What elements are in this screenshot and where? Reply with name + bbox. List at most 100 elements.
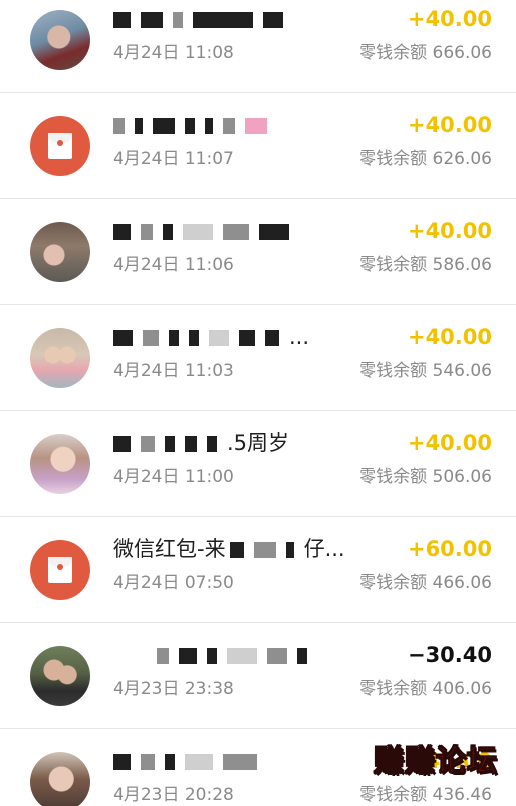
transaction-time: 4月24日 11:07 xyxy=(113,149,234,169)
transaction-time: 4月23日 23:38 xyxy=(113,679,234,699)
transaction-amount: +40.00 xyxy=(407,431,492,455)
redacted-text xyxy=(141,754,155,770)
redacted-text xyxy=(113,12,131,28)
avatar xyxy=(30,328,90,388)
transaction-row[interactable]: 4月24日 11:07 +40.00 零钱余额 626.06 xyxy=(0,93,516,199)
title-suffix: 仔... xyxy=(303,537,345,561)
transaction-title: ... xyxy=(113,323,383,351)
redacted-text xyxy=(207,648,217,664)
redacted-text xyxy=(113,330,133,346)
transaction-title: .5周岁 xyxy=(113,429,383,457)
redacted-text xyxy=(141,224,153,240)
watermark-logo: 赚赚论坛 xyxy=(374,736,498,780)
redacted-text xyxy=(185,436,197,452)
redacted-text xyxy=(227,648,257,664)
redacted-text xyxy=(263,12,283,28)
transaction-amount: +40.00 xyxy=(407,113,492,137)
transaction-time: 4月24日 11:08 xyxy=(113,43,234,63)
transaction-amount: +40.00 xyxy=(407,325,492,349)
redacted-text xyxy=(135,118,143,134)
redacted-text xyxy=(113,224,131,240)
redacted-text xyxy=(265,330,279,346)
transaction-row[interactable]: 4月24日 11:06 +40.00 零钱余额 586.06 xyxy=(0,199,516,305)
redacted-text xyxy=(245,118,267,134)
transaction-time: 4月24日 11:03 xyxy=(113,361,234,381)
transaction-title xyxy=(113,5,383,33)
redacted-text xyxy=(173,12,183,28)
transaction-time: 4月24日 11:00 xyxy=(113,467,234,487)
red-packet-icon xyxy=(48,133,72,159)
balance-text: 零钱余额 666.06 xyxy=(359,43,492,63)
redacted-text xyxy=(113,118,125,134)
redacted-text xyxy=(113,754,131,770)
redacted-text xyxy=(207,436,217,452)
avatar xyxy=(30,434,90,494)
redacted-text xyxy=(153,118,175,134)
transaction-title xyxy=(113,747,383,775)
transaction-amount: −30.40 xyxy=(407,643,492,667)
red-packet-avatar xyxy=(30,540,90,600)
avatar xyxy=(30,222,90,282)
redacted-text xyxy=(193,12,253,28)
transaction-time: 4月23日 20:28 xyxy=(113,785,234,805)
redacted-text xyxy=(143,330,159,346)
title-prefix: 微信红包-来 xyxy=(113,537,226,561)
redacted-text xyxy=(185,118,195,134)
redacted-text xyxy=(267,648,287,664)
balance-text: 零钱余额 436.46 xyxy=(359,785,492,805)
transaction-amount: +40.00 xyxy=(407,219,492,243)
balance-text: 零钱余额 546.06 xyxy=(359,361,492,381)
transaction-amount: +40.00 xyxy=(407,7,492,31)
red-packet-avatar xyxy=(30,116,90,176)
redacted-text xyxy=(165,436,175,452)
redacted-text xyxy=(169,330,179,346)
redacted-text xyxy=(179,648,197,664)
title-text: .5周岁 xyxy=(227,431,290,455)
redacted-text xyxy=(223,118,235,134)
transaction-list: 4月24日 11:08 +40.00 零钱余额 666.06 4月24日 11:… xyxy=(0,0,516,806)
redacted-text xyxy=(285,542,294,558)
transaction-time: 4月24日 07:50 xyxy=(113,573,234,593)
transaction-title xyxy=(113,641,383,669)
transaction-row[interactable]: 4月24日 11:08 +40.00 零钱余额 666.06 xyxy=(0,0,516,93)
avatar xyxy=(30,10,90,70)
transaction-title xyxy=(113,111,383,139)
balance-text: 零钱余额 586.06 xyxy=(359,255,492,275)
watermark-text-a: 赚赚 xyxy=(374,744,436,780)
transaction-title: 微信红包-来 仔... xyxy=(113,535,383,563)
avatar xyxy=(30,646,90,706)
redacted-text xyxy=(157,648,169,664)
redacted-text xyxy=(189,330,199,346)
redacted-text xyxy=(165,754,175,770)
redacted-text xyxy=(259,224,289,240)
redacted-text xyxy=(185,754,213,770)
title-text: ... xyxy=(289,325,310,349)
transaction-row[interactable]: ... 4月24日 11:03 +40.00 零钱余额 546.06 xyxy=(0,305,516,411)
redacted-text xyxy=(113,436,131,452)
redacted-text xyxy=(297,648,307,664)
redacted-text xyxy=(205,118,213,134)
transaction-row[interactable]: .5周岁 4月24日 11:00 +40.00 零钱余额 506.06 xyxy=(0,411,516,517)
transaction-amount: +60.00 xyxy=(407,537,492,561)
balance-text: 零钱余额 626.06 xyxy=(359,149,492,169)
balance-text: 零钱余额 466.06 xyxy=(359,573,492,593)
redacted-text xyxy=(141,436,155,452)
transaction-row[interactable]: 微信红包-来 仔... 4月24日 07:50 +60.00 零钱余额 466.0… xyxy=(0,517,516,623)
transaction-time: 4月24日 11:06 xyxy=(113,255,234,275)
redacted-text xyxy=(229,542,244,558)
redacted-text xyxy=(209,330,229,346)
watermark-text-b: 论坛 xyxy=(436,744,498,780)
balance-text: 零钱余额 506.06 xyxy=(359,467,492,487)
transaction-row[interactable]: 4月23日 23:38 −30.40 零钱余额 406.06 xyxy=(0,623,516,729)
redacted-text xyxy=(223,754,257,770)
red-packet-icon xyxy=(48,557,72,583)
redacted-text xyxy=(239,330,255,346)
redacted-text xyxy=(183,224,213,240)
avatar xyxy=(30,752,90,806)
redacted-text xyxy=(253,542,276,558)
redacted-text xyxy=(163,224,173,240)
redacted-text xyxy=(141,12,163,28)
redacted-text xyxy=(223,224,249,240)
balance-text: 零钱余额 406.06 xyxy=(359,679,492,699)
transaction-title xyxy=(113,217,383,245)
